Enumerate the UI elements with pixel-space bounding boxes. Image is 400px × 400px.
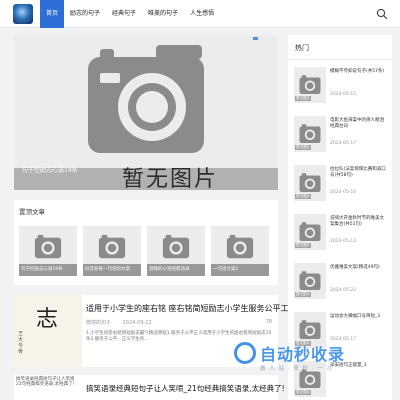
- thumbnail-calligraphy: 志: [36, 307, 59, 332]
- sidebar-item-title[interactable]: 说嗨大开金秋时节的唯美文案集合(共51句): [330, 216, 388, 228]
- thumbnail-caption: 暂无图片: [295, 292, 311, 297]
- sidebar-item-title[interactable]: 拉拉队(法案惊悚比赛和减口号(共58句): [330, 167, 388, 179]
- image-placeholder-icon: [299, 222, 321, 241]
- divider: [288, 59, 392, 60]
- post-title[interactable]: 适用于小学生的座右铭 座右铭简短励志小学生服务公平工正: [86, 303, 297, 314]
- nav-home[interactable]: 首页: [40, 0, 65, 28]
- top-article-card[interactable]: 一句话文案1: [211, 226, 269, 276]
- hero-slider[interactable]: 暂无图片 句子控励志心语19条: [14, 35, 278, 190]
- image-placeholder-icon: [299, 75, 321, 94]
- image-placeholder-icon: [98, 234, 126, 259]
- nav-classic[interactable]: 经典句子: [106, 0, 142, 28]
- image-placeholder-icon: [34, 234, 62, 259]
- main-nav: 首页 励志的句子 经典句子 唯美的句子 人生感悟: [40, 0, 220, 28]
- top-article-caption: 温暖的心语经典语录: [147, 264, 205, 276]
- sidebar-item-date: 2024-05-17: [330, 141, 357, 146]
- search-icon[interactable]: [376, 8, 388, 20]
- post-thumbnail[interactable]: 搞笑语录经典短句子让人笑喷 21句经典搞笑语录,太经典了!: [14, 375, 82, 400]
- thumbnail-caption: 暂无图片: [295, 145, 311, 150]
- nav-beautiful[interactable]: 唯美的句子: [142, 0, 184, 28]
- post-meta: 微感的句子 2024-09-22: [86, 319, 162, 326]
- image-placeholder-icon: [299, 173, 321, 192]
- sidebar-thumbnail[interactable]: 暂无图片: [294, 165, 326, 201]
- thumbnail-caption: 暂无图片: [295, 194, 311, 199]
- top-article-caption: 一句话文案1: [211, 264, 269, 276]
- image-placeholder-icon: [226, 234, 254, 259]
- image-placeholder-icon: [162, 234, 190, 259]
- image-placeholder-icon: [299, 320, 321, 339]
- post-author[interactable]: 微感的句子: [86, 320, 111, 326]
- thumbnail-caption: 暂无图片: [295, 243, 311, 248]
- thumbnail-text: 王 大 今 骨: [18, 331, 24, 355]
- top-article-caption: 抖音新奇一句话的文案: [83, 264, 141, 276]
- top-article-caption: 句子控励志心语19条: [19, 264, 77, 276]
- sidebar-item[interactable]: 暂无图片 说嗨大开金秋时节的唯美文案集合(共51句) 2024-05-13: [294, 212, 390, 254]
- thumbnail-caption: 暂无图片: [295, 390, 311, 395]
- slider-indicator[interactable]: [253, 37, 258, 40]
- sidebar-item-date: 2024-05-13: [330, 239, 357, 244]
- image-placeholder-icon: [299, 124, 321, 143]
- sidebar-item[interactable]: 暂无图片 模糊不夸如说句子(共57条) 2024-05-15: [294, 65, 390, 107]
- top-article-card[interactable]: 抖音新奇一句话的文案: [83, 226, 141, 276]
- sidebar-item-title[interactable]: 电影大鱼海棠中的感人催泪经典台词: [330, 118, 388, 130]
- hero-title[interactable]: 句子控励志心语19条: [22, 165, 78, 174]
- sidebar-item-date: 2024-05-16: [330, 190, 357, 195]
- thumbnail-caption: 暂无图片: [295, 96, 311, 101]
- sidebar-item-title[interactable]: 模糊不夸如说句子(共57条): [330, 69, 388, 75]
- nav-inspirational[interactable]: 励志的句子: [64, 0, 106, 28]
- sidebar-thumbnail[interactable]: 暂无图片: [294, 214, 326, 250]
- sidebar-item-date: 2024-05-22: [330, 288, 357, 293]
- top-article-card[interactable]: 温暖的心语经典语录: [147, 226, 205, 276]
- watermark-text: 自动秒收录: [260, 345, 346, 364]
- sidebar-item[interactable]: 暂无图片 优雅唯美文案(精选49句) 2024-05-22: [294, 261, 390, 303]
- sidebar-item-title[interactable]: 优雅唯美文案(精选49句): [330, 265, 388, 271]
- sidebar-item-title[interactable]: 运动会大横幅口号简短_3: [330, 314, 388, 320]
- nav-life[interactable]: 人生感悟: [184, 0, 220, 28]
- top-article-card[interactable]: 句子控励志心语19条: [19, 226, 77, 276]
- top-articles-panel: 置顶文章 句子控励志心语19条 抖音新奇一句话的文案 温暖的心语经典语录 一句话…: [14, 200, 278, 285]
- post-thumbnail[interactable]: 志 王 大 今 骨: [14, 295, 82, 367]
- post-date: 2024-09-22: [122, 320, 152, 326]
- sidebar-item[interactable]: 暂无图片 电影大鱼海棠中的感人催泪经典台词 2024-05-17: [294, 114, 390, 156]
- post-views: 78: [265, 319, 272, 325]
- image-placeholder-icon: [299, 271, 321, 290]
- top-articles-heading: 置顶文章: [19, 208, 45, 216]
- sidebar-thumbnail[interactable]: 暂无图片: [294, 116, 326, 152]
- sidebar-item[interactable]: 暂无图片 拉拉队(法案惊悚比赛和减口号(共58句) 2024-05-16: [294, 163, 390, 205]
- sidebar-thumbnail[interactable]: 暂无图片: [294, 263, 326, 299]
- site-logo[interactable]: [13, 4, 33, 24]
- top-navbar: 首页 励志的句子 经典句子 唯美的句子 人生感悟: [0, 0, 400, 28]
- watermark-subtext: 做 人 站 · 来 秒 · 一 次: [260, 366, 333, 372]
- sidebar-thumbnail[interactable]: 暂无图片: [294, 67, 326, 103]
- sidebar-item-date: 2024-05-15: [330, 92, 357, 97]
- sidebar-heading: 热门: [295, 44, 309, 52]
- watermark: 自动秒收录 做 人 站 · 来 秒 · 一 次: [234, 342, 384, 382]
- watermark-logo-icon: [234, 342, 256, 364]
- post-title[interactable]: 搞笑语录经典短句子让人笑喷_21句经典搞笑语录,太经典了!: [86, 383, 285, 394]
